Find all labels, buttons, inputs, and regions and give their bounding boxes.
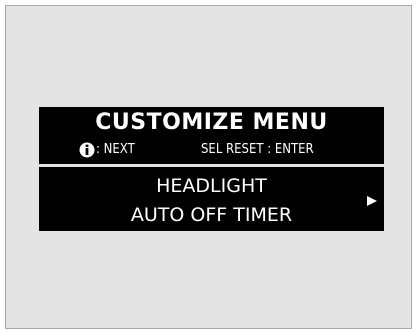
info-circle-icon — [79, 142, 95, 158]
menu-title: CUSTOMIZE MENU — [95, 110, 328, 135]
menu-item-line1: HEADLIGHT — [156, 175, 267, 197]
menu-item-line2: AUTO OFF TIMER — [130, 204, 293, 226]
illustration-frame: CUSTOMIZE MENU : NEXT SEL RESET : ENTER … — [5, 5, 412, 329]
next-hint: : NEXT — [96, 142, 135, 157]
display-header: CUSTOMIZE MENU : NEXT SEL RESET : ENTER — [39, 107, 384, 163]
menu-item[interactable]: HEADLIGHT AUTO OFF TIMER — [39, 167, 384, 231]
hint-row: : NEXT SEL RESET : ENTER — [39, 140, 384, 160]
reset-hint: SEL RESET : ENTER — [201, 142, 314, 157]
menu-display: CUSTOMIZE MENU : NEXT SEL RESET : ENTER … — [39, 107, 384, 231]
right-triangle-icon — [366, 192, 378, 206]
